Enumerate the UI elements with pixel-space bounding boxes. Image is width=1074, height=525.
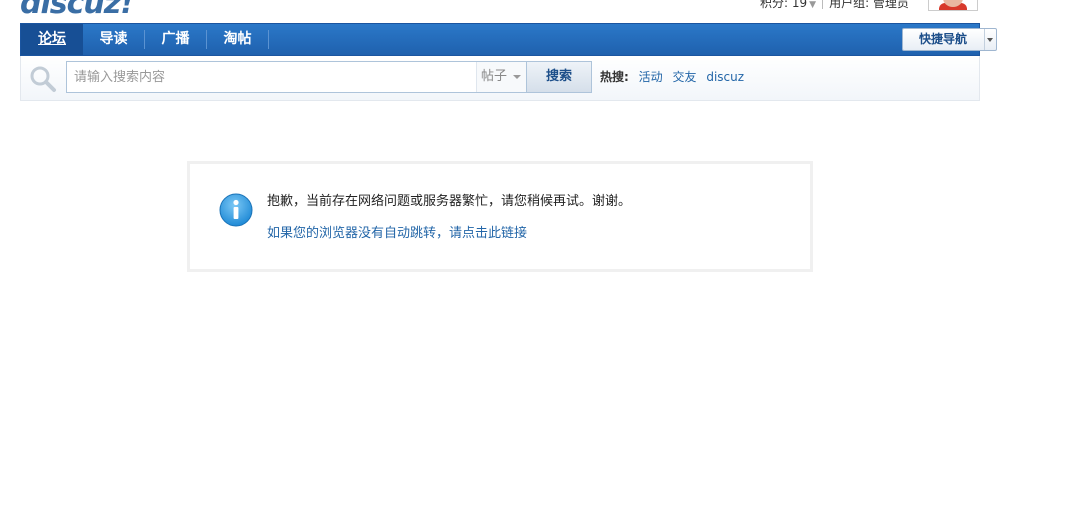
nav-item-guide[interactable]: 导读 bbox=[83, 24, 144, 55]
hot-search: 热搜: 活动 交友 discuz bbox=[600, 56, 744, 99]
credits-link[interactable]: 积分: 19 bbox=[760, 0, 807, 10]
message-box: 抱歉，当前存在网络问题或服务器繁忙，请您稍候再试。谢谢。 如果您的浏览器没有自动… bbox=[187, 161, 813, 272]
divider bbox=[984, 29, 985, 50]
divider bbox=[822, 0, 824, 9]
search-icon bbox=[30, 66, 56, 92]
search-type-select[interactable]: 帖子 bbox=[476, 62, 526, 92]
discuz-logo[interactable]: discuz! bbox=[20, 0, 134, 21]
hot-search-link[interactable]: 活动 bbox=[639, 70, 663, 84]
hot-search-link[interactable]: discuz bbox=[706, 70, 744, 84]
search-type-label: 帖子 bbox=[481, 69, 508, 84]
chevron-down-icon bbox=[513, 75, 521, 79]
user-info: 积分: 19 ▼ 用户组: 管理员 bbox=[760, 0, 909, 10]
hot-search-link[interactable]: 交友 bbox=[672, 70, 696, 84]
nav-item-collection[interactable]: 淘帖 bbox=[207, 24, 268, 55]
nav-item-forum[interactable]: 论坛 bbox=[21, 24, 83, 55]
redirect-link[interactable]: 如果您的浏览器没有自动跳转，请点击此链接 bbox=[267, 222, 527, 241]
search-button[interactable]: 搜索 bbox=[526, 61, 592, 93]
search-bar: 帖子 搜索 热搜: 活动 交友 discuz bbox=[20, 56, 980, 101]
search-box: 帖子 bbox=[66, 61, 526, 93]
chevron-down-icon[interactable] bbox=[987, 38, 993, 42]
hot-search-label: 热搜: bbox=[600, 70, 629, 84]
info-icon bbox=[219, 193, 253, 227]
quick-nav-button[interactable]: 快捷导航 bbox=[902, 28, 997, 51]
error-message: 抱歉，当前存在网络问题或服务器繁忙，请您稍候再试。谢谢。 bbox=[267, 194, 632, 209]
quick-nav-label: 快捷导航 bbox=[918, 32, 967, 46]
usergroup-label: 用户组: 管理员 bbox=[829, 0, 909, 10]
search-input[interactable] bbox=[67, 62, 475, 92]
avatar[interactable] bbox=[928, 0, 978, 11]
chevron-down-icon[interactable]: ▼ bbox=[809, 0, 816, 10]
nav-item-broadcast[interactable]: 广播 bbox=[145, 24, 206, 55]
nav-divider bbox=[268, 30, 269, 49]
main-nav: 论坛 导读 广播 淘帖 快捷导航 bbox=[20, 23, 997, 56]
